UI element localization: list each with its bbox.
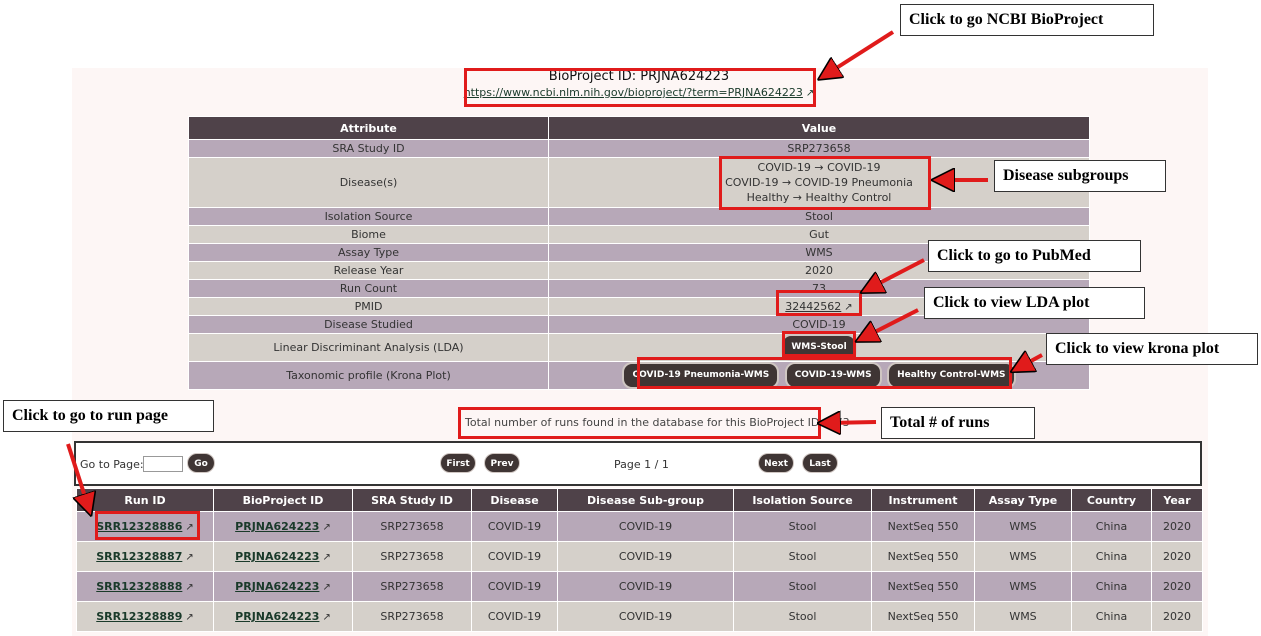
- arrow-run-page: [66, 443, 88, 506]
- arrow-lda: [865, 308, 919, 337]
- arrow-krona: [1020, 355, 1043, 367]
- arrow-ncbi: [827, 30, 895, 74]
- arrow-pubmed: [870, 258, 925, 288]
- arrow-total-runs: [828, 422, 877, 423]
- annotation-arrows: [66, 30, 1043, 636]
